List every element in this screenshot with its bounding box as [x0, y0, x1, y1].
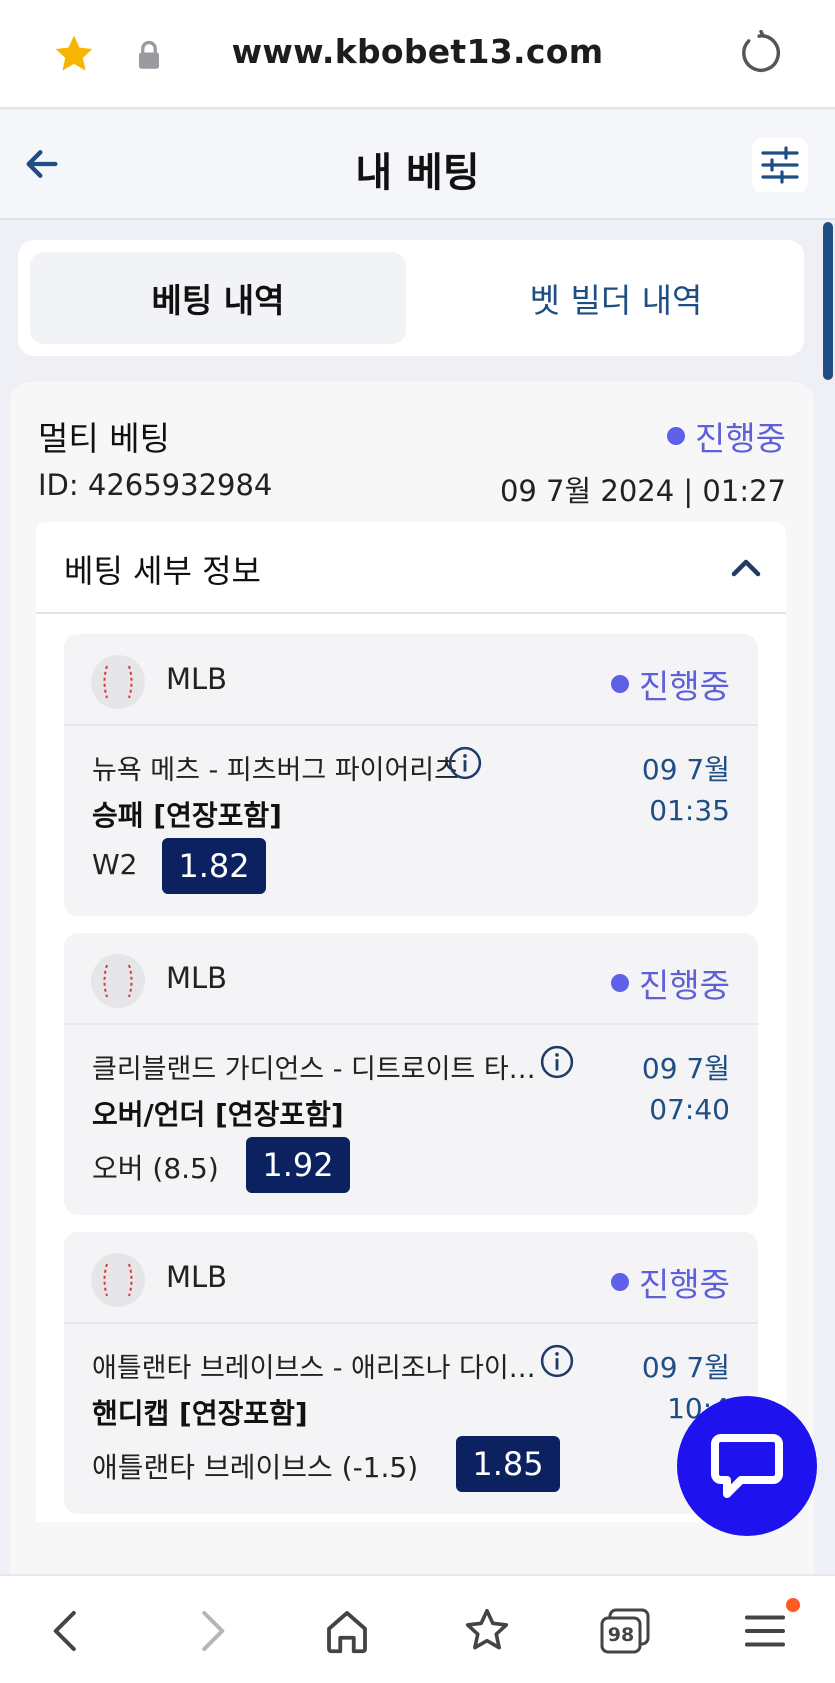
status-dot-icon	[610, 974, 629, 992]
selection-card: MLB 진행중 뉴욕 메츠 - 피츠버그 파이어리츠 09 7월 01:35 승…	[64, 634, 758, 916]
bet-details-header[interactable]: 베팅 세부 정보	[36, 522, 786, 614]
tabs-button[interactable]: 98	[598, 1604, 654, 1658]
odds-badge: 1.82	[162, 838, 266, 894]
selection-header: MLB 진행중	[64, 933, 758, 1025]
pick-name: 애틀랜타 브레이브스 (-1.5)	[92, 1451, 419, 1484]
league-name: MLB	[166, 961, 228, 995]
bet-type: 멀티 베팅	[38, 419, 170, 458]
app-header: 내 베팅	[0, 110, 835, 220]
chat-icon	[711, 1434, 783, 1498]
selection-header: MLB 진행중	[64, 1232, 758, 1324]
forward-icon[interactable]	[184, 1604, 238, 1658]
page-title: 내 베팅	[355, 150, 480, 196]
filter-button[interactable]	[752, 138, 808, 192]
bet-date: 09 7월 2024 | 01:27	[499, 474, 786, 508]
status-dot-icon	[610, 675, 629, 693]
pick-name: 오버 (8.5)	[92, 1152, 219, 1185]
selection-status: 진행중	[610, 660, 730, 708]
reload-icon[interactable]	[738, 30, 784, 76]
selection-body: 클리블랜드 가디언스 - 디트로이트 타… 09 7월 07:40 오버/언더 …	[64, 1025, 758, 1213]
selection-card: MLB 진행중 애틀랜타 브레이브스 - 애리조나 다이… 09 7월 10:4…	[64, 1232, 758, 1514]
info-icon[interactable]	[448, 746, 482, 780]
market-name: 오버/언더 [연장포함]	[92, 1098, 344, 1131]
match-name: 뉴욕 메츠 - 피츠버그 파이어리츠	[92, 755, 459, 786]
kickoff-date: 09 7월	[641, 753, 730, 786]
info-icon[interactable]	[540, 1344, 574, 1378]
status-dot-icon	[666, 427, 685, 445]
selection-status: 진행중	[610, 1258, 730, 1306]
market-name: 승패 [연장포함]	[92, 799, 282, 832]
kickoff-date: 09 7월	[641, 1052, 730, 1085]
kickoff-time: 07:40	[649, 1093, 730, 1126]
tabs-count: 98	[607, 1624, 635, 1646]
browser-address-bar: www.kbobet13.com	[0, 0, 835, 109]
bet-id: ID: 4265932984	[38, 468, 273, 502]
baseball-icon	[91, 954, 145, 1008]
live-chat-button[interactable]	[677, 1396, 817, 1536]
status-dot-icon	[610, 1273, 629, 1291]
market-name: 핸디캡 [연장포함]	[92, 1397, 308, 1430]
history-tabs: 베팅 내역 벳 빌더 내역	[18, 240, 804, 356]
match-name: 클리블랜드 가디언스 - 디트로이트 타…	[92, 1054, 536, 1085]
league-name: MLB	[166, 1260, 228, 1294]
bet-status: 진행중	[666, 412, 786, 460]
notification-dot	[786, 1598, 800, 1612]
info-icon[interactable]	[540, 1045, 574, 1079]
pick-name: W2	[92, 848, 138, 881]
chevron-up-icon[interactable]	[728, 550, 764, 586]
scrollbar-thumb[interactable]	[823, 222, 833, 380]
odds-badge: 1.85	[456, 1436, 560, 1492]
odds-badge: 1.92	[246, 1137, 350, 1193]
bet-details-title: 베팅 세부 정보	[64, 552, 261, 590]
selection-status-label: 진행중	[638, 667, 730, 706]
sliders-icon	[761, 146, 799, 184]
selection-status-label: 진행중	[638, 1265, 730, 1304]
selection-header: MLB 진행중	[64, 634, 758, 726]
menu-icon[interactable]	[738, 1604, 792, 1658]
baseball-icon	[91, 1253, 145, 1307]
baseball-icon	[91, 655, 145, 709]
home-icon[interactable]	[320, 1604, 374, 1658]
url-text[interactable]: www.kbobet13.com	[0, 32, 835, 71]
tab-bet-history[interactable]: 베팅 내역	[30, 252, 406, 344]
selection-card: MLB 진행중 클리블랜드 가디언스 - 디트로이트 타… 09 7월 07:4…	[64, 933, 758, 1215]
kickoff-date: 09 7월	[641, 1351, 730, 1384]
back-icon[interactable]	[40, 1604, 94, 1658]
bet-status-label: 진행중	[694, 419, 786, 458]
bookmarks-star-icon[interactable]	[460, 1604, 514, 1658]
match-name: 애틀랜타 브레이브스 - 애리조나 다이…	[92, 1353, 536, 1384]
bet-details-panel: 베팅 세부 정보 MLB 진행중 뉴욕 메츠 - 피츠버그 파이어리츠 09 7…	[36, 522, 786, 1522]
selection-status: 진행중	[610, 959, 730, 1007]
kickoff-time: 01:35	[649, 794, 730, 827]
selection-status-label: 진행중	[638, 966, 730, 1005]
selection-body: 뉴욕 메츠 - 피츠버그 파이어리츠 09 7월 01:35 승패 [연장포함]…	[64, 726, 758, 914]
selection-body: 애틀랜타 브레이브스 - 애리조나 다이… 09 7월 10:4 핸디캡 [연장…	[64, 1324, 758, 1512]
browser-bottom-nav: 98	[0, 1574, 835, 1683]
tab-bet-builder-history[interactable]: 벳 빌더 내역	[428, 252, 804, 344]
league-name: MLB	[166, 662, 228, 696]
